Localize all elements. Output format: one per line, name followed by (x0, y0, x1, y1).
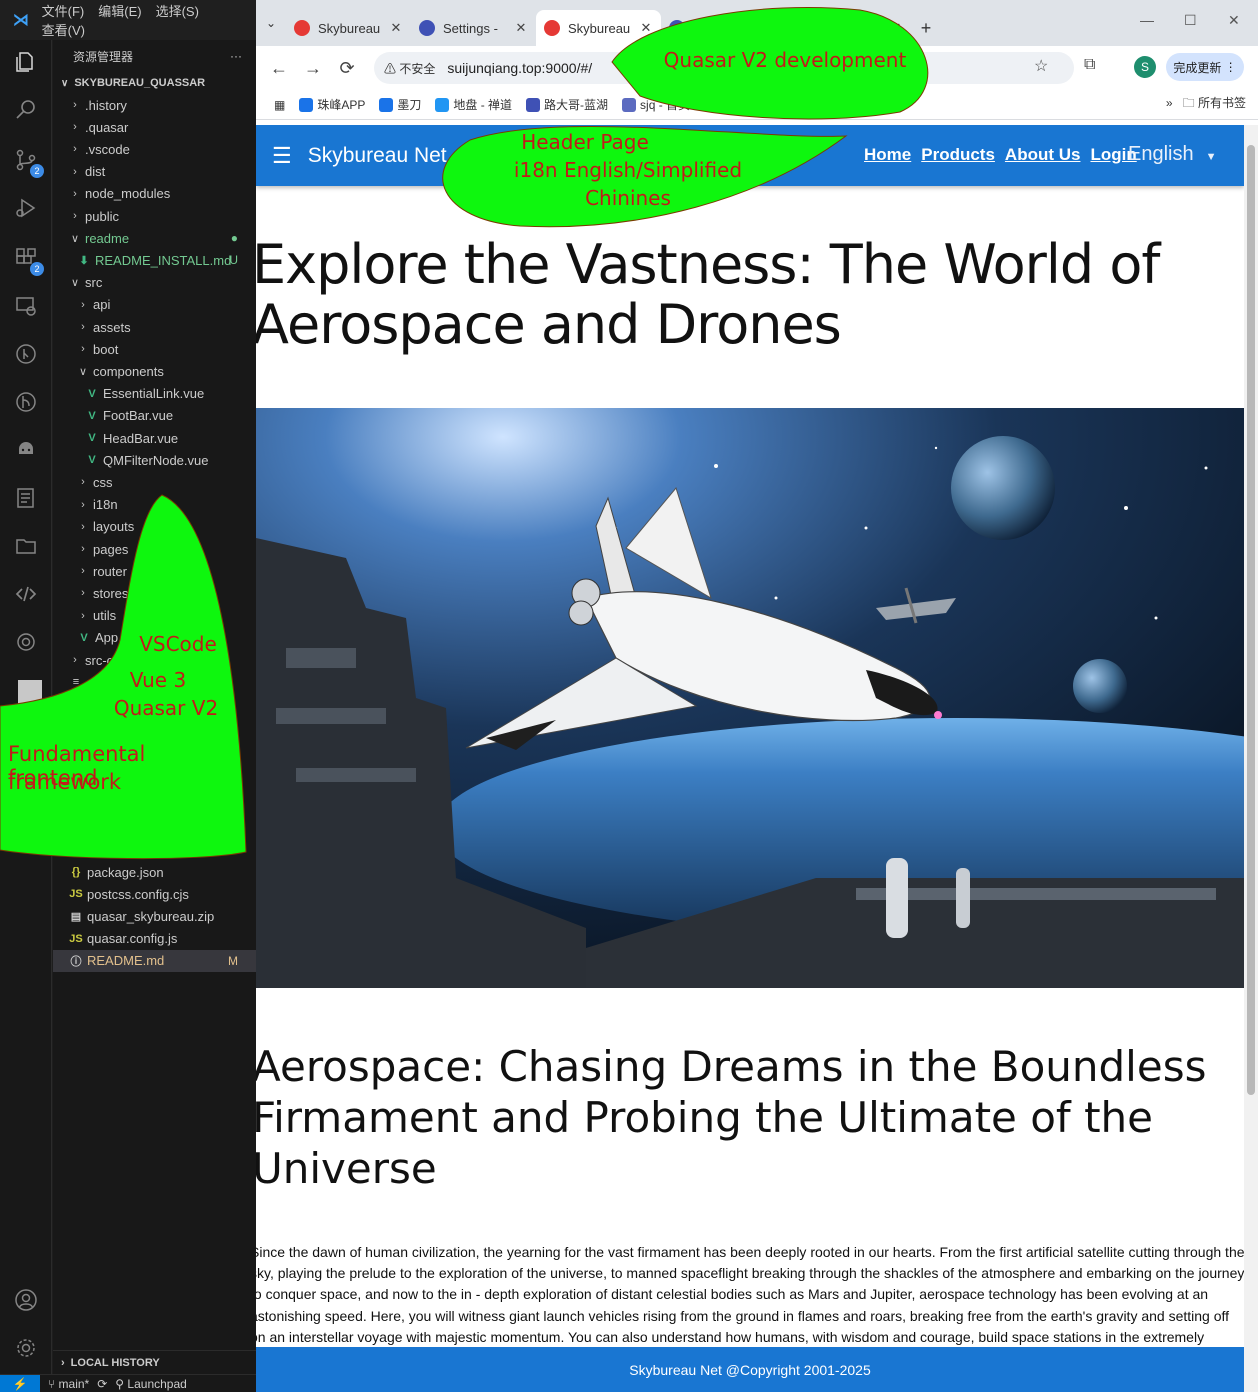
callout-header-line2: i18n English/Simplified Chinines (513, 158, 743, 210)
callout-quasar: Quasar V2 development (663, 48, 907, 72)
callout-header-line1: Header Page (521, 130, 649, 154)
screen: ⋊ 文件(F) 编辑(E) 选择(S)查看(V) 2 2 资源管理器 ··· ∨… (0, 0, 1258, 1392)
callout-vscode-line1: VSCode (139, 632, 217, 656)
callout-vscode-line3: Quasar V2 (113, 696, 219, 720)
callout-framework-line2: frontend (8, 766, 98, 790)
callout-vscode-line2: Vue 3 (129, 668, 187, 692)
